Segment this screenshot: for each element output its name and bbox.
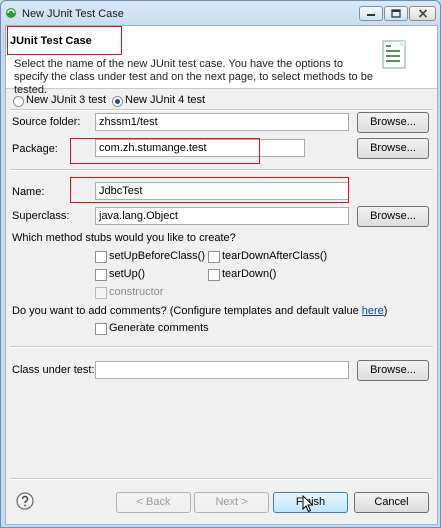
junit-wizard-icon (382, 40, 406, 69)
superclass-field[interactable]: java.lang.Object (95, 207, 349, 225)
page-description: Select the name of the new JUnit test ca… (14, 58, 373, 96)
source-folder-label: Source folder: (12, 116, 81, 128)
highlight-box-name (70, 177, 349, 203)
comments-question-text: Do you want to add comments? (Configure … (12, 305, 362, 317)
dialog-window: New JUnit Test Case JUnit Test Case Sele… (0, 0, 441, 528)
superclass-browse-button[interactable]: Browse... (357, 206, 429, 227)
configure-templates-link[interactable]: here (362, 305, 384, 317)
minimize-button[interactable] (359, 6, 383, 21)
mouse-cursor-icon (302, 495, 314, 513)
maximize-button[interactable] (384, 6, 408, 21)
separator-middle (10, 169, 433, 171)
setup-label[interactable]: setUp() (109, 268, 145, 280)
generate-comments-checkbox[interactable] (95, 323, 107, 335)
setupbeforeclass-checkbox[interactable] (95, 251, 107, 263)
class-under-test-browse-button[interactable]: Browse... (357, 360, 429, 381)
setup-checkbox[interactable] (95, 269, 107, 281)
window-title: New JUnit Test Case (22, 8, 124, 20)
wizard-banner: JUnit Test Case Select the name of the n… (6, 26, 437, 96)
junit3-radio[interactable] (13, 96, 24, 107)
junit4-radio[interactable] (112, 96, 123, 107)
junit4-label[interactable]: New JUnit 4 test (125, 94, 205, 106)
comments-question: Do you want to add comments? (Configure … (12, 305, 387, 317)
constructor-checkbox[interactable] (95, 287, 107, 299)
eclipse-app-icon (6, 8, 16, 18)
teardown-checkbox[interactable] (208, 269, 220, 281)
back-button[interactable]: < Back (116, 492, 191, 513)
comments-question-suffix: ) (383, 305, 388, 317)
teardown-label[interactable]: tearDown() (222, 268, 276, 280)
generate-comments-label[interactable]: Generate comments (109, 322, 209, 334)
title-bar[interactable]: New JUnit Test Case (1, 1, 440, 27)
package-browse-button[interactable]: Browse... (357, 138, 429, 159)
method-stubs-question: Which method stubs would you like to cre… (12, 232, 236, 244)
teardownafterclass-checkbox[interactable] (208, 251, 220, 263)
separator-lower (10, 346, 433, 348)
help-icon[interactable] (16, 492, 34, 510)
close-icon (418, 9, 427, 18)
class-under-test-field[interactable] (95, 361, 349, 379)
separator-footer (10, 478, 433, 480)
next-button[interactable]: Next > (194, 492, 269, 513)
constructor-label: constructor (109, 286, 164, 298)
class-under-test-label: Class under test: (12, 364, 95, 376)
junit3-label[interactable]: New JUnit 3 test (26, 94, 106, 106)
name-label: Name: (12, 186, 45, 198)
minimize-icon (367, 13, 375, 16)
source-folder-browse-button[interactable]: Browse... (357, 112, 429, 133)
highlight-box-package (70, 138, 260, 164)
dialog-content: JUnit Test Case Select the name of the n… (5, 25, 438, 525)
setupbeforeclass-label[interactable]: setUpBeforeClass() (109, 250, 205, 262)
maximize-icon (391, 9, 401, 18)
teardownafterclass-label[interactable]: tearDownAfterClass() (222, 250, 327, 262)
highlight-box-title (7, 26, 122, 55)
package-label: Package: (12, 143, 58, 155)
cancel-button[interactable]: Cancel (354, 492, 429, 513)
source-folder-field[interactable]: zhssm1/test (95, 113, 349, 131)
close-button[interactable] (409, 6, 436, 21)
separator-top (10, 109, 433, 111)
superclass-label: Superclass: (12, 210, 70, 222)
